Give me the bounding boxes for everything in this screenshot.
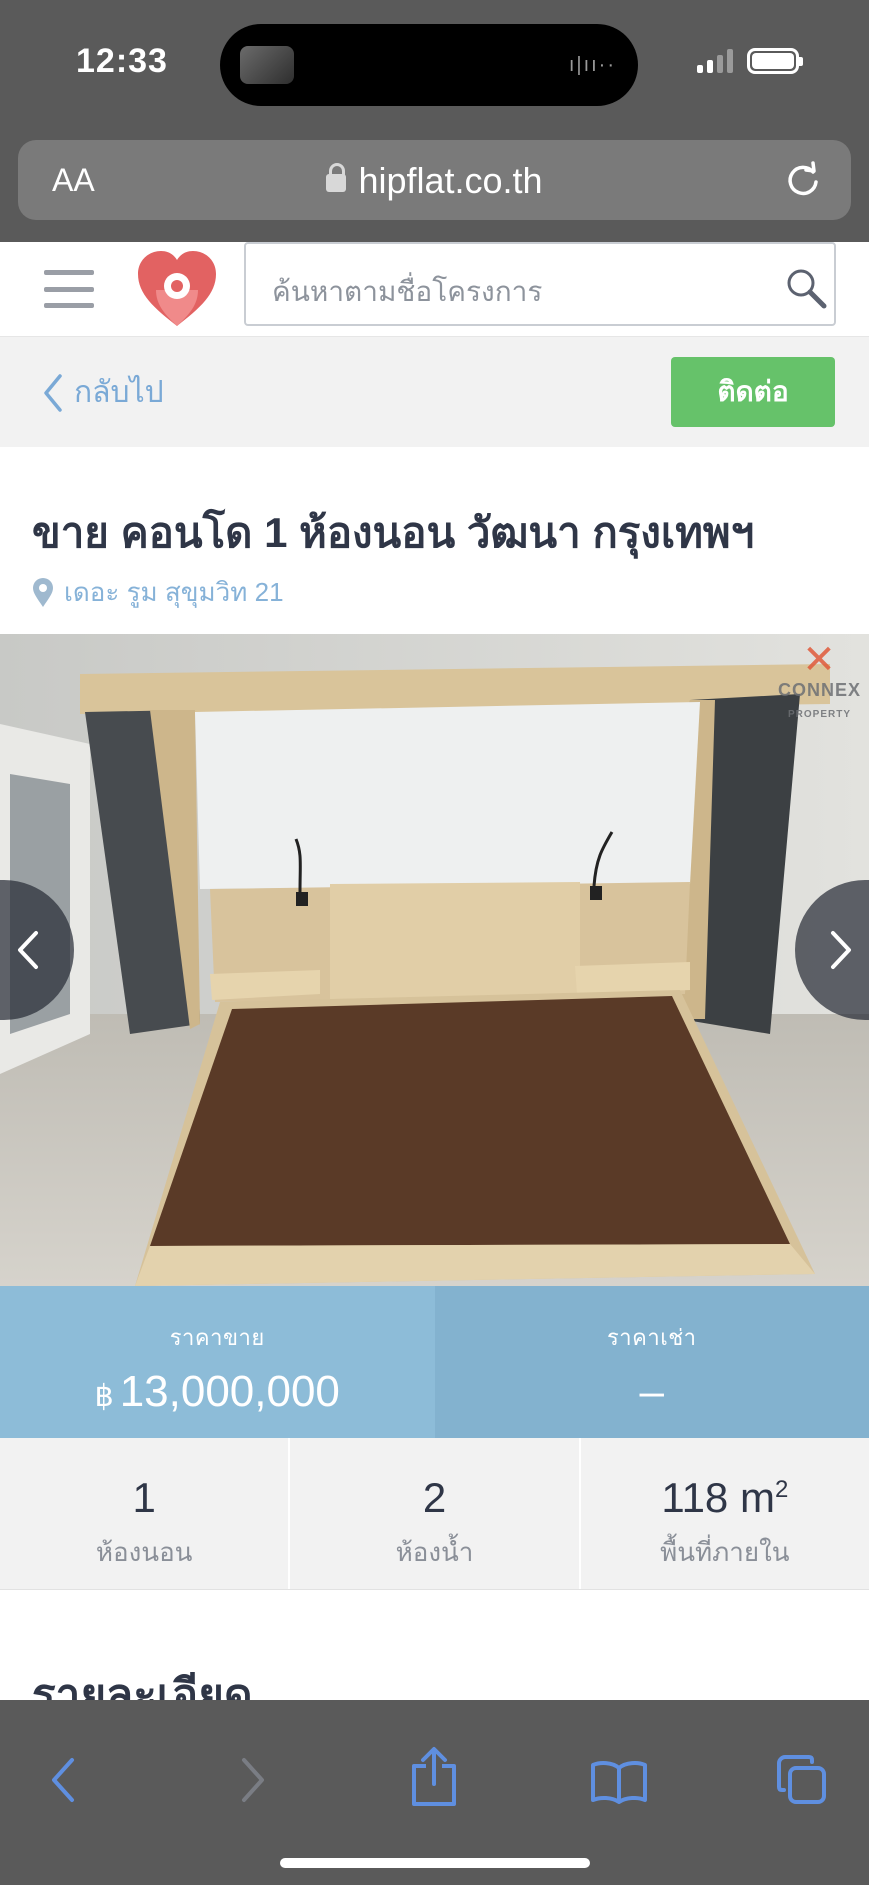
now-playing-thumbnail xyxy=(240,46,294,84)
cellular-signal-icon xyxy=(697,49,733,73)
listing-title: ขาย คอนโด 1 ห้องนอน วัฒนา กรุงเทพฯ xyxy=(32,509,755,556)
chevron-left-icon xyxy=(44,373,62,412)
area-value: 118 m2 xyxy=(661,1474,789,1521)
area-label: พื้นที่ภายใน xyxy=(660,1537,790,1567)
listing-photo[interactable]: ✕ CONNEX PROPERTY xyxy=(0,634,869,1286)
menu-icon[interactable] xyxy=(44,270,94,308)
contact-button[interactable]: ติดต่อ xyxy=(671,357,835,427)
sale-price-label: ราคาขาย xyxy=(169,1325,265,1350)
bathrooms-value: 2 xyxy=(422,1474,447,1521)
rent-price-value: – xyxy=(639,1367,664,1416)
reload-icon xyxy=(788,161,818,196)
url-text: hipflat.co.th xyxy=(358,160,543,201)
chevron-left-icon xyxy=(18,931,38,969)
heart-pin-logo-icon xyxy=(138,251,216,326)
project-search-input[interactable]: ค้นหาตามชื่อโครงการ xyxy=(244,242,836,326)
bedrooms-label: ห้องนอน xyxy=(95,1537,193,1567)
reload-button[interactable] xyxy=(783,160,823,205)
url-display[interactable]: hipflat.co.th xyxy=(18,160,851,202)
back-link[interactable]: กลับไป xyxy=(42,369,164,416)
bedroom-photo xyxy=(0,634,869,1286)
bathrooms-stat: 2 ห้องน้ำ xyxy=(290,1438,581,1589)
forward-icon[interactable] xyxy=(234,1756,270,1804)
search-placeholder: ค้นหาตามชื่อโครงการ xyxy=(272,276,543,307)
sale-price: ราคาขาย ฿ 13,000,000 xyxy=(0,1286,435,1438)
connex-watermark: ✕ CONNEX PROPERTY xyxy=(777,638,861,720)
hipflat-logo[interactable] xyxy=(134,248,220,335)
address-bar[interactable]: AA hipflat.co.th xyxy=(18,140,851,220)
audio-wave-icon: ı|ıı·· xyxy=(568,54,616,76)
lock-icon xyxy=(326,163,347,193)
property-stats: 1 ห้องนอน 2 ห้องน้ำ 118 m2 พื้นที่ภายใน xyxy=(0,1438,869,1590)
browser-toolbar xyxy=(0,1700,869,1885)
site-header: ค้นหาตามชื่อโครงการ xyxy=(0,242,869,337)
bedrooms-stat: 1 ห้องนอน xyxy=(0,1438,291,1589)
baht-symbol: ฿ xyxy=(94,1380,114,1413)
dynamic-island: ı|ıı·· xyxy=(220,24,638,106)
back-icon[interactable] xyxy=(46,1756,82,1804)
rent-price-label: ราคาเช่า xyxy=(606,1325,697,1350)
status-indicators xyxy=(697,48,803,74)
back-label: กลับไป xyxy=(74,376,164,409)
area-stat: 118 m2 พื้นที่ภายใน xyxy=(581,1438,869,1589)
chevron-right-icon xyxy=(831,931,851,969)
tabs-icon[interactable] xyxy=(776,1754,828,1806)
search-icon[interactable] xyxy=(784,266,828,310)
rent-price: ราคาเช่า – xyxy=(434,1286,869,1438)
status-time: 12:33 xyxy=(76,42,168,80)
map-pin-icon xyxy=(33,577,53,607)
browser-top-chrome: 12:33 ı|ıı·· AA hipflat.co.th xyxy=(0,0,869,242)
bookmarks-icon[interactable] xyxy=(590,1760,648,1804)
location-link[interactable]: เดอะ รูม สุขุมวิท 21 xyxy=(32,572,284,613)
sale-price-value: ฿ 13,000,000 xyxy=(94,1367,340,1416)
back-bar: กลับไป ติดต่อ xyxy=(0,337,869,447)
home-indicator[interactable] xyxy=(280,1858,590,1868)
bedrooms-value: 1 xyxy=(132,1474,156,1521)
bathrooms-label: ห้องน้ำ xyxy=(395,1537,474,1567)
battery-icon xyxy=(747,48,803,74)
share-icon[interactable] xyxy=(408,1746,460,1808)
project-name: เดอะ รูม สุขุมวิท 21 xyxy=(64,577,284,607)
price-panel: ราคาขาย ฿ 13,000,000 ราคาเช่า – xyxy=(0,1286,869,1438)
